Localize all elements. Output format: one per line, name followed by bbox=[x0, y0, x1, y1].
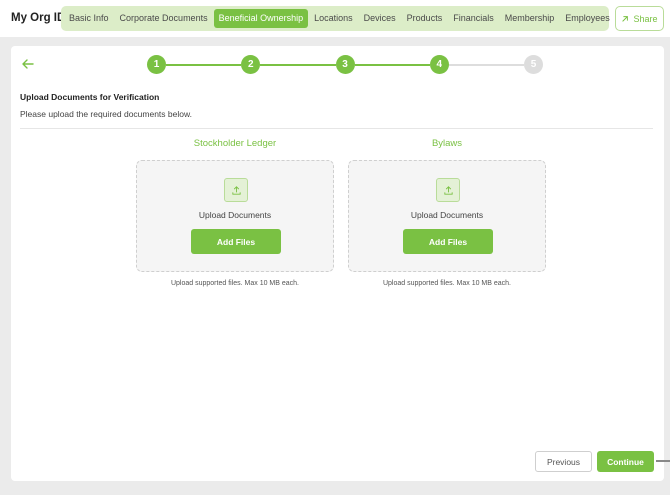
upload-note: Upload supported files. Max 10 MB each. bbox=[170, 280, 299, 287]
upload-heading: Bylaws bbox=[431, 138, 463, 149]
tab-financials[interactable]: Financials bbox=[448, 9, 499, 28]
main-card: 12345 Upload Documents for Verification … bbox=[11, 46, 664, 481]
upload-icon bbox=[436, 178, 460, 202]
add-files-button[interactable]: Add Files bbox=[191, 229, 281, 254]
section-title: Upload Documents for Verification bbox=[20, 92, 160, 102]
dropzone-text: Upload Documents bbox=[198, 210, 272, 220]
previous-button[interactable]: Previous bbox=[535, 451, 592, 472]
step-4: 4 bbox=[429, 55, 449, 74]
tab-bar: Basic Info Corporate Documents Beneficia… bbox=[61, 6, 610, 31]
upload-card-stockholder-ledger: Stockholder Ledger Upload Documents Add … bbox=[136, 138, 334, 287]
upload-heading: Stockholder Ledger bbox=[193, 138, 277, 149]
share-button[interactable]: Share bbox=[615, 6, 664, 31]
tab-products[interactable]: Products bbox=[402, 9, 448, 28]
upload-icon bbox=[224, 178, 248, 202]
share-label: Share bbox=[633, 13, 658, 24]
tab-basic-info[interactable]: Basic Info bbox=[64, 9, 114, 28]
dropzone[interactable]: Upload Documents Add Files bbox=[136, 160, 334, 272]
top-bar: My Org ID Basic Info Corporate Documents… bbox=[0, 0, 670, 37]
continue-button[interactable]: Continue bbox=[597, 451, 654, 472]
edge-handle bbox=[656, 460, 670, 462]
tab-beneficial-ownership[interactable]: Beneficial Ownership bbox=[213, 9, 309, 28]
add-files-button[interactable]: Add Files bbox=[403, 229, 493, 254]
divider bbox=[20, 128, 653, 129]
step-connector bbox=[260, 64, 336, 66]
step-2: 2 bbox=[241, 55, 261, 74]
step-connector bbox=[354, 64, 430, 66]
step-connector bbox=[166, 64, 242, 66]
step-1: 1 bbox=[147, 55, 166, 74]
dropzone-text: Upload Documents bbox=[410, 210, 484, 220]
tab-locations[interactable]: Locations bbox=[309, 9, 358, 28]
upload-card-bylaws: Bylaws Upload Documents Add Files Upload… bbox=[348, 138, 546, 287]
section-description: Please upload the required documents bel… bbox=[20, 109, 193, 119]
arrow-up-right-icon bbox=[622, 15, 629, 22]
tab-corporate-documents[interactable]: Corporate Documents bbox=[115, 9, 213, 28]
step-5: 5 bbox=[524, 55, 543, 74]
stepper: 1 2 3 4 5 bbox=[147, 55, 543, 75]
tab-membership[interactable]: Membership bbox=[500, 9, 560, 28]
tab-devices[interactable]: Devices bbox=[359, 9, 401, 28]
step-3: 3 bbox=[335, 55, 355, 74]
app-title: My Org ID bbox=[11, 12, 66, 24]
dropzone[interactable]: Upload Documents Add Files bbox=[348, 160, 546, 272]
back-arrow-icon[interactable] bbox=[21, 57, 35, 71]
tab-employees[interactable]: Employees bbox=[560, 9, 615, 28]
step-connector bbox=[448, 64, 524, 66]
upload-note: Upload supported files. Max 10 MB each. bbox=[382, 280, 511, 287]
